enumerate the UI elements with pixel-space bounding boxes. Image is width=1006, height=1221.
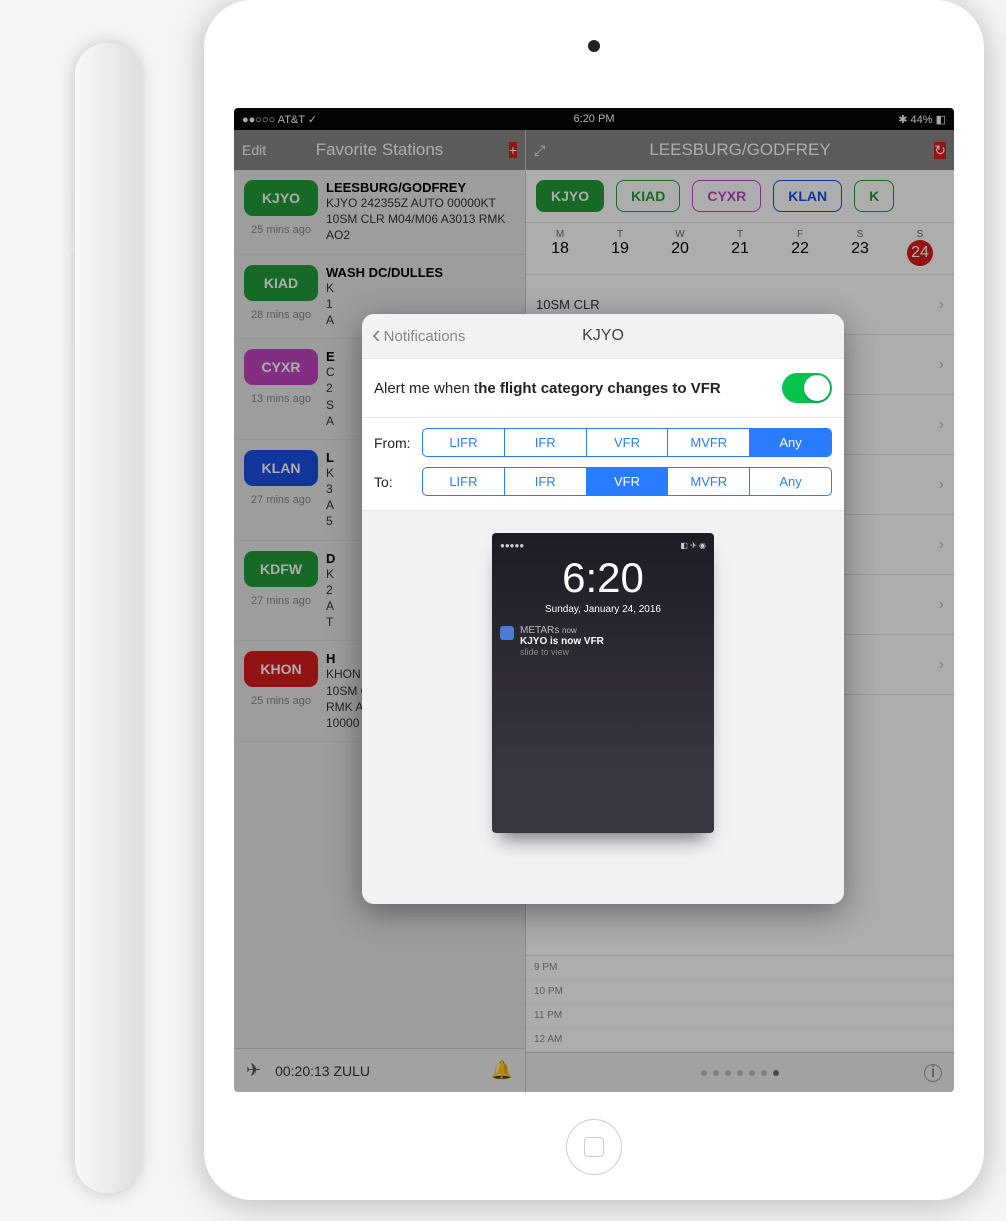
day-cell[interactable]: F22 [780,229,820,266]
phone-notification: METARs now KJYO is now VFR slide to view [500,625,706,657]
station-metar: C2SA [326,364,335,429]
to-row: To: LIFRIFRVFRMVFRAny [374,467,832,496]
day-picker[interactable]: M18 T19 W20 T21 F22 S23 S24 [526,223,954,275]
day-cell[interactable]: S23 [840,229,880,266]
station-chips: KJYO KIAD CYXR KLAN K [526,170,954,223]
status-bar: ●●○○○ AT&T ✓ 6:20 PM ✱ 44% ◧ [234,108,954,130]
alerts-icon[interactable]: 🔔 [491,1060,513,1081]
chevron-right-icon: › [939,356,944,374]
ipad-side-mock [75,43,140,1193]
day-cell[interactable]: M18 [540,229,580,266]
segment-option[interactable]: Any [750,429,831,456]
add-button[interactable]: + [509,142,517,158]
favorites-title: Favorite Stations [234,140,525,160]
phone-preview: ●●●●●◧ ✈︎ ◉ 6:20 Sunday, January 24, 201… [492,533,714,833]
hour-label: 12 AM [526,1028,954,1052]
hour-label: 10 PM [526,980,954,1004]
alert-popover: Notifications KJYO Alert me when the fli… [362,314,844,904]
day-cell[interactable]: S24 [900,229,940,266]
segment-option[interactable]: MVFR [668,429,750,456]
chevron-right-icon: › [939,596,944,614]
popover-title: KJYO [362,327,844,345]
edit-button[interactable]: Edit [242,142,266,158]
detail-nav: ⤢ LEESBURG/GODFREY ↻ [526,130,954,170]
status-time: 6:20 PM [234,113,954,125]
station-pill: CYXR [244,349,318,385]
segment-option[interactable]: IFR [505,429,587,456]
station-metar: K3A5 [326,465,334,530]
chevron-right-icon: › [939,296,944,314]
segment-option[interactable]: Any [750,468,831,495]
phone-date: Sunday, January 24, 2016 [492,604,714,615]
chevron-right-icon: › [939,476,944,494]
segment-option[interactable]: LIFR [423,468,505,495]
zulu-time: 00:20:13 ZULU [275,1063,370,1079]
station-age: 25 mins ago [251,224,311,236]
station-chip[interactable]: KLAN [773,180,842,212]
popover-nav: Notifications KJYO [362,314,844,358]
station-name: D [326,551,335,566]
chevron-right-icon: › [939,416,944,434]
refresh-icon[interactable]: ↻ [934,142,946,159]
day-cell[interactable]: T21 [720,229,760,266]
alert-toggle[interactable] [782,373,832,403]
station-name: WASH DC/DULLES [326,265,443,280]
station-chip[interactable]: KJYO [536,180,604,212]
alert-text: Alert me when the flight category change… [374,380,721,397]
hour-label: 9 PM [526,956,954,980]
to-label: To: [374,474,422,490]
station-pill: KJYO [244,180,318,216]
camera [588,40,600,52]
station-name: L [326,450,334,465]
station-chip[interactable]: KIAD [616,180,680,212]
page-dots[interactable]: i [526,1052,954,1092]
station-pill: KDFW [244,551,318,587]
station-chip[interactable]: K [854,180,894,212]
hour-labels: 9 PM10 PM11 PM12 AM [526,955,954,1052]
app-screen: ●●○○○ AT&T ✓ 6:20 PM ✱ 44% ◧ Edit Favori… [234,108,954,1092]
home-button[interactable] [566,1119,622,1175]
phone-time: 6:20 [492,554,714,602]
station-row[interactable]: KJYO 25 mins ago LEESBURG/GODFREYKJYO 2423… [234,170,525,255]
station-name: E [326,349,335,364]
day-cell[interactable]: T19 [600,229,640,266]
pilot-icon[interactable]: ✈︎ [246,1060,261,1081]
station-age: 13 mins ago [251,393,311,405]
to-segment[interactable]: LIFRIFRVFRMVFRAny [422,467,832,496]
favorites-nav: Edit Favorite Stations + [234,130,525,170]
segment-option[interactable]: MVFR [668,468,750,495]
detail-title: LEESBURG/GODFREY [526,140,954,160]
station-metar: K2AT [326,566,335,631]
from-segment[interactable]: LIFRIFRVFRMVFRAny [422,428,832,457]
chevron-right-icon: › [939,656,944,674]
station-pill: KIAD [244,265,318,301]
segment-option[interactable]: VFR [587,429,669,456]
info-icon[interactable]: i [924,1064,942,1082]
station-age: 28 mins ago [251,309,311,321]
day-cell[interactable]: W20 [660,229,700,266]
segment-option[interactable]: VFR [587,468,669,495]
ipad-device: ●●○○○ AT&T ✓ 6:20 PM ✱ 44% ◧ Edit Favori… [204,0,984,1200]
notif-app-icon [500,626,514,640]
from-row: From: LIFRIFRVFRMVFRAny [374,428,832,457]
favorites-footer: ✈︎ 00:20:13 ZULU 🔔 [234,1048,525,1092]
hour-label: 11 PM [526,1004,954,1028]
segment-block: From: LIFRIFRVFRMVFRAny To: LIFRIFRVFRMV… [362,418,844,511]
station-age: 27 mins ago [251,494,311,506]
station-metar: KJYO 242355Z AUTO 00000KT 10SM CLR M04/M… [326,195,515,244]
station-pill: KHON [244,651,318,687]
station-name: LEESBURG/GODFREY [326,180,515,195]
station-pill: KLAN [244,450,318,486]
chevron-right-icon: › [939,536,944,554]
segment-option[interactable]: IFR [505,468,587,495]
station-chip[interactable]: CYXR [692,180,761,212]
segment-option[interactable]: LIFR [423,429,505,456]
station-age: 25 mins ago [251,695,311,707]
alert-toggle-row: Alert me when the flight category change… [362,358,844,418]
expand-icon[interactable]: ⤢ [534,142,545,159]
station-age: 27 mins ago [251,595,311,607]
from-label: From: [374,435,422,451]
